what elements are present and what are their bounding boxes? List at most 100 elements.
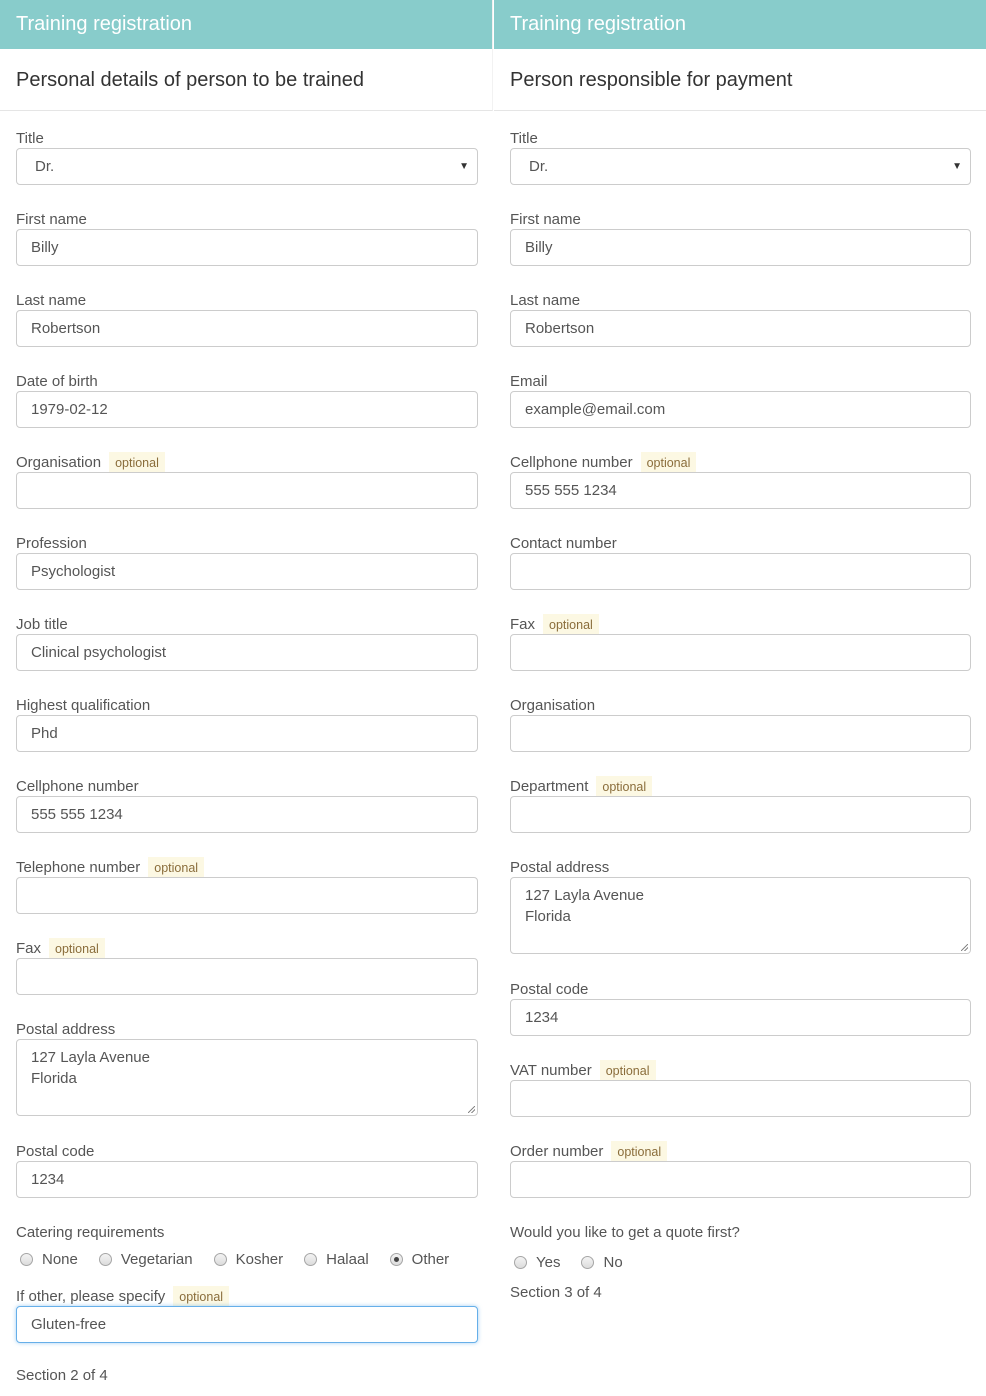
payer-last-name-field: Last name Robertson [510, 292, 971, 373]
optional-badge: optional [599, 1059, 656, 1082]
optional-badge: optional [109, 451, 165, 474]
last-name-field: Last name Robertson [16, 292, 478, 373]
postal-code-label: Postal code [16, 1143, 95, 1160]
job-title-label: Job title [16, 616, 68, 633]
payer-organisation-input[interactable] [510, 715, 971, 752]
address-line-2: Florida [525, 908, 571, 925]
telephone-input[interactable] [16, 877, 478, 914]
resize-grip-icon[interactable] [961, 944, 968, 951]
payer-order-input[interactable] [510, 1161, 971, 1198]
dob-field: Date of birth 1979-02-12 [16, 373, 478, 454]
radio-icon[interactable] [213, 1253, 227, 1266]
quote-label: Would you like to get a quote first? [510, 1224, 740, 1241]
postal-address-field: Postal address 127 Layla Avenue Florida [16, 1021, 478, 1143]
caret-down-icon: ▼ [952, 161, 962, 172]
quote-option-yes[interactable]: Yes [514, 1254, 560, 1271]
first-name-input[interactable]: Billy [16, 229, 478, 266]
other-specify-input[interactable]: Gluten-free [16, 1306, 478, 1343]
postal-code-field: Postal code 1234 [16, 1143, 478, 1224]
radio-icon[interactable] [304, 1253, 318, 1266]
resize-grip-icon[interactable] [468, 1106, 475, 1113]
caret-down-icon: ▼ [459, 161, 469, 172]
optional-badge: optional [596, 775, 653, 798]
dob-input[interactable]: 1979-02-12 [16, 391, 478, 428]
payer-first-name-label: First name [510, 211, 581, 228]
panel-header: Training registration [0, 0, 493, 49]
fax-input[interactable] [16, 958, 478, 995]
payer-department-label: Department [510, 778, 589, 795]
other-specify-label: If other, please specify [16, 1288, 166, 1305]
quote-field: Would you like to get a quote first? Yes… [510, 1224, 971, 1284]
payer-title-select[interactable]: Dr. ▼ [510, 148, 971, 185]
radio-selected-icon[interactable] [389, 1253, 403, 1266]
catering-radio-group: None Vegetarian Kosher Halaal Other [16, 1251, 478, 1268]
payer-postal-code-input[interactable]: 1234 [510, 999, 971, 1036]
payer-postal-code-field: Postal code 1234 [510, 981, 971, 1062]
radio-icon[interactable] [98, 1253, 112, 1266]
payer-cellphone-input[interactable]: 555 555 1234 [510, 472, 971, 509]
postal-code-input[interactable]: 1234 [16, 1161, 478, 1198]
dob-label: Date of birth [16, 373, 98, 390]
payer-email-input[interactable]: example@email.com [510, 391, 971, 428]
quote-radio-group: Yes No [510, 1254, 971, 1271]
payer-department-input[interactable] [510, 796, 971, 833]
radio-icon[interactable] [581, 1256, 595, 1269]
payer-vat-input[interactable] [510, 1080, 971, 1117]
profession-field: Profession Psychologist [16, 535, 478, 616]
payer-contact-field: Contact number [510, 535, 971, 616]
catering-option-halaal[interactable]: Halaal [304, 1251, 369, 1268]
other-specify-field: If other, please specify optional Gluten-… [16, 1285, 478, 1369]
organisation-field: Organisation optional [16, 451, 478, 535]
catering-option-other[interactable]: Other [389, 1251, 449, 1268]
panel-subheader: Person responsible for payment [494, 49, 986, 111]
postal-address-textarea[interactable]: 127 Layla Avenue Florida [16, 1039, 478, 1116]
qualification-input[interactable]: Phd [16, 715, 478, 752]
job-title-input[interactable]: Clinical psychologist [16, 634, 478, 671]
section-indicator: Section 3 of 4 [510, 1284, 602, 1301]
radio-icon[interactable] [20, 1253, 33, 1266]
payer-cellphone-label: Cellphone number [510, 454, 633, 471]
payer-organisation-field: Organisation [510, 697, 971, 778]
job-title-field: Job title Clinical psychologist [16, 616, 478, 697]
last-name-input[interactable]: Robertson [16, 310, 478, 347]
payer-order-field: Order number optional [510, 1140, 971, 1224]
catering-option-kosher[interactable]: Kosher [213, 1251, 283, 1268]
catering-option-none[interactable]: None [20, 1251, 78, 1268]
payer-fax-input[interactable] [510, 634, 971, 671]
payer-email-label: Email [510, 373, 548, 390]
qualification-field: Highest qualification Phd [16, 697, 478, 778]
payer-first-name-input[interactable]: Billy [510, 229, 971, 266]
payer-fax-field: Fax optional [510, 613, 971, 697]
payer-postal-address-label: Postal address [510, 859, 610, 876]
optional-badge: optional [611, 1140, 668, 1163]
panel-subheader: Personal details of person to be trained [0, 49, 493, 111]
cellphone-field: Cellphone number 555 555 1234 [16, 778, 478, 859]
title-select[interactable]: Dr. ▼ [16, 148, 478, 185]
title-label: Title [16, 130, 44, 147]
qualification-label: Highest qualification [16, 697, 151, 714]
payer-first-name-field: First name Billy [510, 211, 971, 292]
optional-badge: optional [148, 856, 205, 879]
payer-vat-field: VAT number optional [510, 1059, 971, 1143]
catering-option-vegetarian[interactable]: Vegetarian [98, 1251, 193, 1268]
payer-postal-address-field: Postal address 127 Layla Avenue Florida [510, 859, 971, 981]
payer-title-value: Dr. [529, 158, 549, 175]
payer-organisation-label: Organisation [510, 697, 596, 714]
payer-contact-input[interactable] [510, 553, 971, 590]
optional-badge: optional [543, 613, 599, 636]
catering-field: Catering requirements None Vegetarian Ko… [16, 1224, 478, 1288]
address-line-1: 127 Layla Avenue [31, 1049, 150, 1066]
organisation-input[interactable] [16, 472, 478, 509]
profession-input[interactable]: Psychologist [16, 553, 478, 590]
first-name-field: First name Billy [16, 211, 478, 292]
fax-label: Fax [16, 940, 42, 957]
payer-last-name-input[interactable]: Robertson [510, 310, 971, 347]
radio-icon[interactable] [514, 1256, 527, 1269]
address-line-1: 127 Layla Avenue [525, 887, 644, 904]
section-indicator: Section 2 of 4 [16, 1367, 108, 1384]
payer-department-field: Department optional [510, 775, 971, 859]
cellphone-input[interactable]: 555 555 1234 [16, 796, 478, 833]
address-line-2: Florida [31, 1070, 77, 1087]
quote-option-no[interactable]: No [581, 1254, 623, 1271]
payer-postal-address-textarea[interactable]: 127 Layla Avenue Florida [510, 877, 971, 954]
